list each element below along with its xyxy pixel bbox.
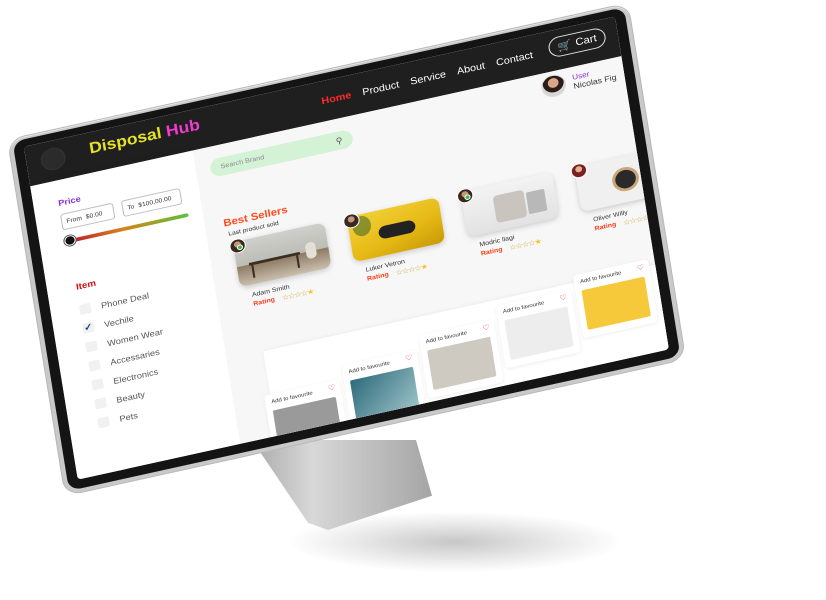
item-title: Item: [75, 278, 97, 293]
rating-label: Rating: [366, 271, 390, 283]
online-indicator: [464, 193, 471, 201]
avatar: [539, 72, 568, 100]
item-label: Vechile: [103, 313, 135, 329]
item-label: Beauty: [115, 389, 146, 405]
monitor-bezel: Disposal Hub Home Product Service About …: [12, 7, 681, 491]
online-indicator: [236, 243, 244, 251]
product-image[interactable]: [574, 146, 669, 213]
heart-icon[interactable]: ♡: [327, 383, 336, 393]
checkbox[interactable]: [94, 397, 108, 410]
screen: Disposal Hub Home Product Service About …: [23, 16, 669, 480]
cart-icon: 🛒: [556, 38, 573, 53]
heart-icon[interactable]: ♡: [636, 263, 645, 273]
nav-service[interactable]: Service: [409, 69, 446, 88]
favourite-image: [349, 366, 420, 421]
nav-about[interactable]: About: [456, 60, 486, 77]
heart-icon[interactable]: ♡: [405, 353, 414, 363]
price-from-label: From: [65, 214, 83, 225]
search-input[interactable]: [220, 141, 323, 170]
checkbox-checked[interactable]: ✓: [82, 321, 95, 334]
rating-label: Rating: [594, 221, 617, 233]
price-title: Price: [57, 194, 82, 208]
product-card[interactable]: Adam Smith Rating ☆☆☆☆★: [228, 222, 339, 320]
logo-primary: Disposal: [87, 124, 163, 158]
checkbox[interactable]: [78, 302, 92, 316]
product-image[interactable]: [460, 172, 560, 238]
cart-button[interactable]: 🛒 Cart: [547, 26, 608, 59]
price-to-value: $100,00.00: [137, 194, 172, 209]
price-from-field[interactable]: From $0.00: [60, 202, 116, 231]
product-card[interactable]: Modric llagi Rating ☆☆☆☆★: [455, 172, 566, 270]
heart-icon[interactable]: ♡: [559, 293, 568, 303]
favourite-card[interactable]: Add to favourite ♡: [572, 258, 659, 339]
heart-icon[interactable]: ♡: [482, 323, 491, 333]
check-icon: ✓: [83, 321, 94, 334]
checkbox[interactable]: [97, 416, 111, 429]
checkbox[interactable]: [88, 359, 101, 372]
favourite-card[interactable]: Add to favourite ♡: [495, 289, 581, 369]
search-icon[interactable]: ⚲: [335, 135, 343, 146]
item-label: Pets: [118, 410, 139, 424]
price-from-value: $0.00: [85, 210, 103, 221]
rating-label: Rating: [252, 296, 276, 308]
product-card[interactable]: Luker Vetron Rating ☆☆☆☆★: [342, 197, 453, 295]
favourite-card[interactable]: Add to favourite ♡: [418, 319, 504, 399]
nav-contact[interactable]: Contact: [495, 50, 534, 69]
logo-secondary: Hub: [164, 115, 202, 141]
product-image[interactable]: [346, 197, 446, 263]
favourite-image: [581, 276, 651, 330]
item-list: Phone Deal ✓ Vechile Women Wear Accessar…: [78, 284, 176, 433]
product-card[interactable]: Oliver Willy Rating ☆☆☆☆★: [569, 146, 669, 245]
rating-label: Rating: [480, 246, 503, 258]
nav-product[interactable]: Product: [362, 79, 401, 98]
checkbox[interactable]: [85, 340, 98, 353]
price-to-label: To: [126, 203, 135, 211]
monitor: Disposal Hub Home Product Service About …: [8, 3, 686, 496]
nav-home[interactable]: Home: [321, 90, 352, 107]
logo-icon: [39, 145, 68, 173]
cart-label: Cart: [574, 32, 598, 49]
price-slider-handle[interactable]: [63, 234, 77, 247]
favourite-image: [427, 336, 497, 391]
checkbox[interactable]: [91, 378, 104, 391]
favourite-image: [504, 306, 574, 361]
price-to-field[interactable]: To $100,00.00: [120, 187, 183, 218]
favourite-card[interactable]: Add to favourite ♡: [341, 349, 427, 429]
